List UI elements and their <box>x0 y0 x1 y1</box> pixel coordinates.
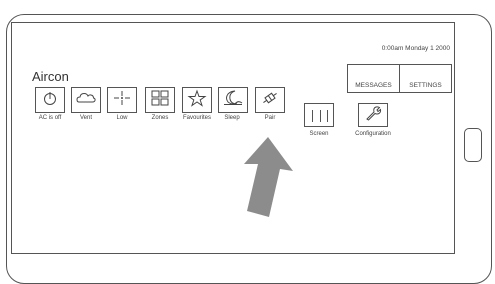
configuration-label: Configuration <box>355 131 391 137</box>
zones-tile[interactable] <box>145 87 175 113</box>
ac-power-tile[interactable] <box>35 87 65 113</box>
screen-icon-middle-bar <box>320 110 321 122</box>
pair-label: Pair <box>264 115 276 121</box>
screen-icon-left-bar <box>312 110 313 122</box>
favourites-tile[interactable] <box>182 87 212 113</box>
header-button-group: MESSAGES SETTINGS <box>347 64 452 93</box>
fan-speed-tile[interactable] <box>107 87 137 113</box>
page-title: Aircon <box>32 69 69 84</box>
screen-label: Screen <box>309 131 329 137</box>
messages-button-label: MESSAGES <box>355 82 392 89</box>
status-clock: 0:00am Monday 1 2000 <box>381 45 450 52</box>
vent-tile[interactable] <box>71 87 101 113</box>
power-icon <box>39 89 61 112</box>
cloud-icon <box>75 89 97 112</box>
screen-tile[interactable] <box>304 103 334 127</box>
satellite-icon <box>259 89 281 112</box>
screen-icon-right-bar <box>327 110 328 122</box>
messages-button[interactable]: MESSAGES <box>348 65 399 92</box>
wrench-icon <box>364 105 382 126</box>
settings-button[interactable]: SETTINGS <box>399 65 451 92</box>
configuration-tile[interactable] <box>358 103 388 127</box>
pointer-arrow-icon <box>244 137 293 217</box>
fan-speed-icon <box>111 89 133 112</box>
home-button[interactable] <box>464 128 482 162</box>
star-icon <box>186 89 208 112</box>
sleep-tile[interactable] <box>218 87 248 113</box>
settings-button-label: SETTINGS <box>409 82 442 89</box>
grid-icon <box>149 89 171 112</box>
pair-tile[interactable] <box>255 87 285 113</box>
moon-icon <box>222 89 244 112</box>
